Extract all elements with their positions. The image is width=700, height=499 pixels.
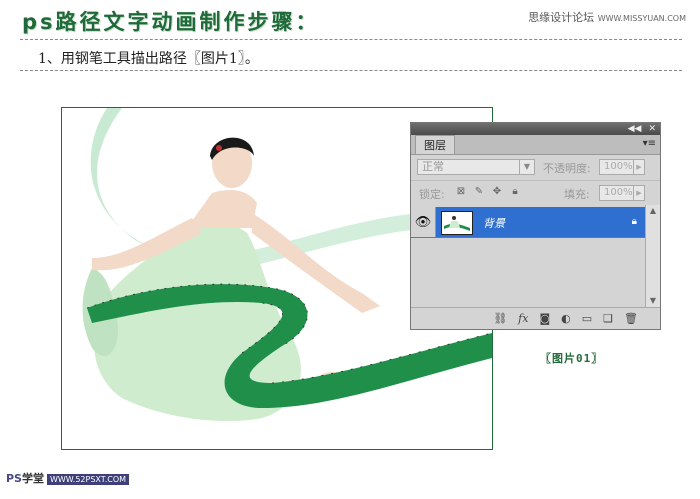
lock-row: 锁定: ⊠ ✎ ✥ 🔒︎ 填充: 100% ▶ <box>411 181 660 207</box>
fill-value: 100% <box>604 187 633 198</box>
site-url: WWW.MISSYUAN.COM <box>597 14 686 23</box>
new-group-icon[interactable]: ▭ <box>582 312 592 325</box>
close-icon[interactable]: ✕ <box>648 124 656 134</box>
chevron-right-icon[interactable]: ▶ <box>633 160 644 174</box>
opacity-field[interactable]: 100% ▶ <box>599 159 645 175</box>
logo-text: 学堂 <box>21 472 44 485</box>
add-mask-icon[interactable]: ◙ <box>539 312 550 325</box>
opacity-label: 不透明度: <box>543 162 591 175</box>
link-layers-icon[interactable]: ⛓ <box>493 312 507 325</box>
blend-mode-value: 正常 <box>422 160 444 173</box>
thumbnail-image <box>442 212 472 234</box>
blend-row: 正常 ▼ 不透明度: 100% ▶ <box>411 155 660 181</box>
layer-name[interactable]: 背景 <box>483 215 505 231</box>
divider-top <box>20 39 682 40</box>
layer-thumbnail <box>441 211 473 235</box>
layer-lock-icon: 🔒︎ <box>631 216 637 227</box>
logo-url: WWW.52PSXT.COM <box>46 474 130 485</box>
layer-row-background[interactable]: 👁︎ 背景 🔒︎ <box>411 207 647 238</box>
layer-list: 👁︎ 背景 🔒︎ <box>411 205 647 307</box>
collapse-icon[interactable]: ◀◀ <box>628 124 642 134</box>
site-credit[interactable]: 思缘设计论坛 WWW.MISSYUAN.COM <box>528 9 686 25</box>
layers-panel: ◀◀ ✕ 图层 ▾≡ 正常 ▼ 不透明度: 100% ▶ 锁定: ⊠ ✎ ✥ 🔒… <box>410 122 661 330</box>
footer-logo[interactable]: PS学堂 WWW.52PSXT.COM <box>6 470 130 486</box>
panel-titlebar: ◀◀ ✕ <box>411 123 660 135</box>
site-name: 思缘设计论坛 <box>528 11 595 24</box>
tab-layers[interactable]: 图层 <box>415 135 455 154</box>
layer-style-fx-icon[interactable]: fx <box>518 312 528 325</box>
scroll-down-icon[interactable]: ▼ <box>646 295 660 307</box>
divider-bottom <box>20 70 682 71</box>
logo-ps: PS <box>6 472 22 485</box>
adjustment-layer-icon[interactable]: ◐ <box>561 312 571 325</box>
step-instruction: 1、用钢笔工具描出路径〖图片1〗。 <box>38 51 259 67</box>
lock-paint-brush-icon[interactable]: ✎ <box>473 185 485 197</box>
fill-field[interactable]: 100% ▶ <box>599 185 645 201</box>
chevron-down-icon: ▼ <box>519 160 534 174</box>
blend-mode-select[interactable]: 正常 ▼ <box>417 159 535 175</box>
lock-transparent-icon[interactable]: ⊠ <box>455 185 467 197</box>
lock-label: 锁定: <box>419 188 445 201</box>
opacity-value: 100% <box>604 161 633 172</box>
new-layer-icon[interactable]: ❏ <box>603 312 613 325</box>
trash-icon[interactable]: 🗑︎ <box>624 312 638 325</box>
lock-move-icon[interactable]: ✥ <box>491 185 503 197</box>
lock-icons: ⊠ ✎ ✥ 🔒︎ <box>455 185 521 197</box>
fill-label: 填充: <box>564 188 590 201</box>
panel-footer-toolbar: ⛓ fx ◙ ◐ ▭ ❏ 🗑︎ <box>411 307 660 329</box>
lock-all-icon[interactable]: 🔒︎ <box>509 185 521 197</box>
figure-caption: 〖图片01〗 <box>540 352 604 365</box>
eye-icon[interactable]: 👁︎ <box>411 207 436 237</box>
chevron-right-icon[interactable]: ▶ <box>633 186 644 200</box>
page-title: ps路径文字动画制作步骤： <box>22 10 320 34</box>
scroll-up-icon[interactable]: ▲ <box>646 205 660 217</box>
panel-tabs: 图层 ▾≡ <box>411 135 660 155</box>
panel-menu-icon[interactable]: ▾≡ <box>643 138 656 149</box>
layer-list-scrollbar[interactable]: ▲ ▼ <box>645 205 660 307</box>
